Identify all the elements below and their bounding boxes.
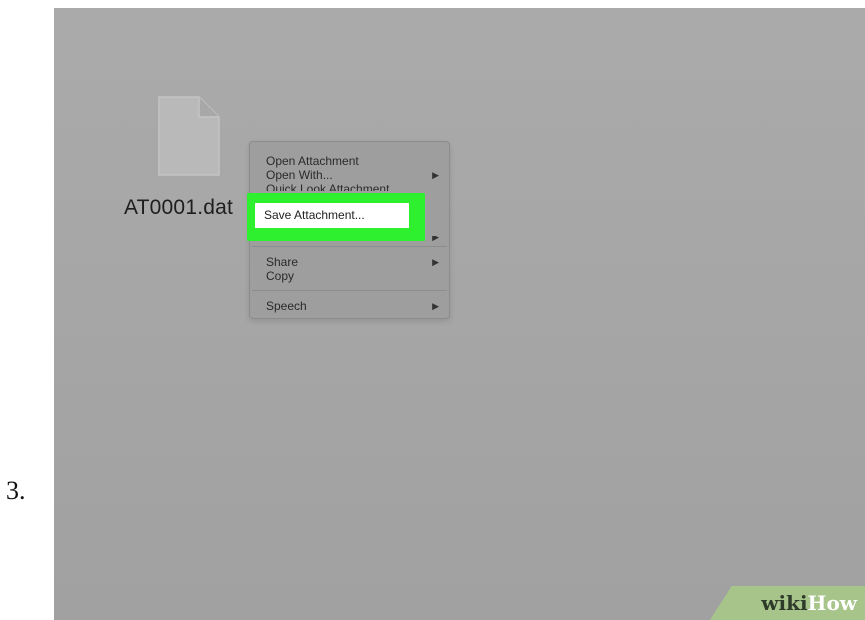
- menu-item-copy[interactable]: Copy: [266, 270, 439, 283]
- menu-item-save-attachment[interactable]: Save Attachment...: [255, 203, 409, 228]
- page: 3. AT0001.dat Open Attachment Open With.…: [0, 0, 865, 620]
- document-icon[interactable]: [157, 95, 221, 177]
- menu-item-label: Open Attachment: [266, 155, 359, 168]
- menu-item-share[interactable]: Share ▶: [266, 256, 439, 269]
- menu-item-label: Speech: [266, 300, 307, 313]
- menu-item-label: Save Attachment...: [264, 208, 365, 222]
- menu-item-label: Share: [266, 256, 299, 269]
- file-name-label[interactable]: AT0001.dat: [124, 196, 233, 220]
- screenshot-frame: AT0001.dat Open Attachment Open With... …: [54, 8, 865, 620]
- highlight-callout: Save Attachment...: [247, 193, 425, 241]
- document-icon-graphic: [158, 96, 220, 176]
- menu-item-quick-look-attachment[interactable]: Quick Look Attachment: [266, 183, 439, 191]
- menu-item-label: Open With...: [266, 169, 333, 182]
- submenu-arrow-icon: ▶: [432, 170, 439, 180]
- step-number: 3.: [6, 476, 26, 505]
- menu-item-open-attachment[interactable]: Open Attachment: [266, 155, 439, 168]
- menu-item-open-with[interactable]: Open With... ▶: [266, 169, 439, 182]
- submenu-arrow-icon: ▶: [432, 257, 439, 267]
- watermark-wiki-text: wiki: [761, 591, 808, 615]
- menu-item-label: Copy: [266, 270, 295, 283]
- watermark-how-text: How: [807, 591, 857, 615]
- menu-item-label: Quick Look Attachment: [266, 183, 390, 191]
- submenu-arrow-icon: ▶: [432, 236, 439, 242]
- menu-item-speech[interactable]: Speech ▶: [266, 300, 439, 313]
- menu-separator: [252, 290, 447, 291]
- menu-separator: [252, 246, 447, 247]
- submenu-arrow-icon: ▶: [432, 301, 439, 311]
- wikihow-watermark: wikiHow: [710, 586, 865, 620]
- watermark-logo: wikiHow: [761, 592, 857, 614]
